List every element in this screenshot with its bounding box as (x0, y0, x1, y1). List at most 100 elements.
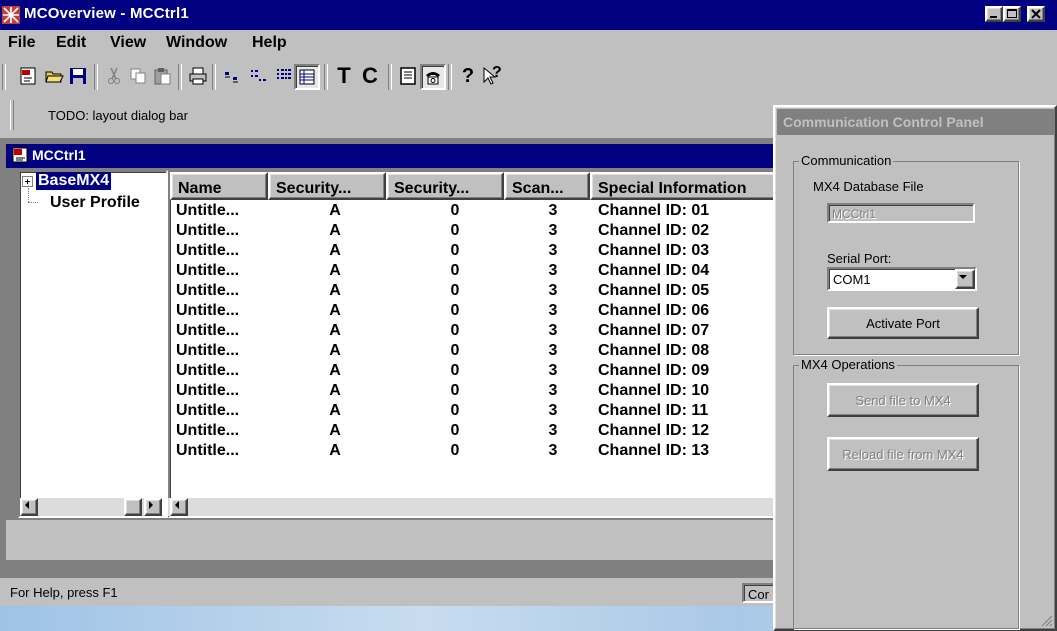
column-header-special-information[interactable]: Special Information (590, 172, 778, 200)
table-cell: Channel ID: 10 (598, 382, 710, 399)
scroll-thumb[interactable] (124, 498, 142, 516)
copy-icon (130, 68, 146, 84)
new-db-button[interactable] (16, 64, 40, 88)
tree-item-user-profile[interactable]: User Profile (50, 194, 140, 212)
table-cell: 0 (450, 262, 460, 279)
column-header-name[interactable]: Name (170, 172, 268, 200)
table-cell: Untitle... (176, 442, 240, 459)
tree-horizontal-scrollbar[interactable] (20, 498, 162, 516)
table-row[interactable]: Untitle... A 0 3 Channel ID: 11 (170, 402, 778, 422)
resize-grip-icon[interactable] (1039, 613, 1053, 627)
document-db-icon (12, 147, 28, 163)
print-button[interactable] (186, 64, 210, 88)
serial-port-label: Serial Port: (827, 251, 892, 266)
table-row[interactable]: Untitle... A 0 3 Channel ID: 01 (170, 202, 778, 222)
expand-toggle[interactable] (22, 176, 33, 187)
reload-file-button[interactable]: Reload file from MX4 (827, 437, 979, 471)
properties-button[interactable] (396, 64, 420, 88)
list-view[interactable]: Name Security... Security... Scan... Spe… (168, 170, 780, 518)
table-cell: 0 (450, 222, 460, 239)
table-cell: Untitle... (176, 202, 240, 219)
text-t-button[interactable]: T (332, 63, 356, 88)
toolbar-grip (2, 64, 6, 90)
cut-button[interactable] (102, 64, 126, 88)
table-cell: 0 (450, 202, 460, 219)
communication-group-label: Communication (799, 153, 894, 168)
table-row[interactable]: Untitle... A 0 3 Channel ID: 10 (170, 382, 778, 402)
tree-item-basemx4[interactable]: BaseMX4 (36, 172, 112, 190)
table-row[interactable]: Untitle... A 0 3 Channel ID: 05 (170, 282, 778, 302)
table-cell: 3 (548, 382, 558, 399)
open-button[interactable] (42, 64, 66, 88)
communication-control-panel[interactable]: Communication Control Panel Communicatio… (773, 105, 1057, 631)
context-help-button[interactable]: ? (480, 64, 504, 88)
save-disk-icon (70, 68, 86, 84)
table-row[interactable]: Untitle... A 0 3 Channel ID: 07 (170, 322, 778, 342)
table-cell: A (329, 362, 341, 379)
details-view-button[interactable] (294, 64, 320, 90)
table-cell: Untitle... (176, 342, 240, 359)
menu-file[interactable]: File (8, 34, 36, 52)
arrow-left-icon (25, 501, 29, 509)
scroll-left-button[interactable] (20, 498, 38, 516)
table-cell: 3 (548, 362, 558, 379)
table-cell: 0 (450, 362, 460, 379)
save-button[interactable] (66, 64, 90, 88)
cut-scissors-icon (108, 67, 120, 84)
table-row[interactable]: Untitle... A 0 3 Channel ID: 13 (170, 442, 778, 462)
paste-button[interactable] (150, 64, 174, 88)
menu-view[interactable]: View (110, 34, 146, 52)
child-window-title: MCCtrl1 (32, 147, 86, 163)
title-bar[interactable]: MCOverview - MCCtrl1 (0, 0, 1057, 30)
operations-group-label: MX4 Operations (799, 357, 897, 372)
column-header-security-2[interactable]: Security... (386, 172, 504, 200)
table-row[interactable]: Untitle... A 0 3 Channel ID: 02 (170, 222, 778, 242)
column-header-scan[interactable]: Scan... (504, 172, 590, 200)
new-database-icon (20, 67, 36, 85)
maximize-button[interactable] (1003, 6, 1021, 22)
scroll-left-button[interactable] (170, 498, 188, 516)
panel-title-bar[interactable]: Communication Control Panel (777, 109, 1055, 135)
child-window-title-bar[interactable]: MCCtrl1 (6, 144, 776, 168)
table-cell: Untitle... (176, 362, 240, 379)
small-icons-button[interactable] (246, 64, 270, 88)
scroll-right-button[interactable] (144, 498, 162, 516)
menu-window[interactable]: Window (166, 34, 227, 52)
table-row[interactable]: Untitle... A 0 3 Channel ID: 09 (170, 362, 778, 382)
table-cell: 3 (548, 302, 558, 319)
send-file-button[interactable]: Send file to MX4 (827, 383, 979, 417)
table-row[interactable]: Untitle... A 0 3 Channel ID: 03 (170, 242, 778, 262)
toolbar-separator (448, 64, 452, 90)
copy-button[interactable] (126, 64, 150, 88)
table-cell: Untitle... (176, 262, 240, 279)
table-row[interactable]: Untitle... A 0 3 Channel ID: 04 (170, 262, 778, 282)
table-cell: Channel ID: 08 (598, 342, 710, 359)
table-row[interactable]: Untitle... A 0 3 Channel ID: 08 (170, 342, 778, 362)
close-button[interactable] (1027, 6, 1045, 22)
table-row[interactable]: Untitle... A 0 3 Channel ID: 12 (170, 422, 778, 442)
activate-port-button[interactable]: Activate Port (827, 307, 979, 339)
paste-clipboard-icon (154, 68, 171, 85)
table-cell: 3 (548, 222, 558, 239)
table-row[interactable]: Untitle... A 0 3 Channel ID: 06 (170, 302, 778, 322)
child-window-lower-band (6, 520, 776, 560)
table-cell: 0 (450, 302, 460, 319)
toolbar-separator (178, 64, 182, 90)
column-header-security-1[interactable]: Security... (268, 172, 386, 200)
menu-edit[interactable]: Edit (56, 34, 86, 52)
tree-view[interactable]: BaseMX4 User Profile (18, 170, 168, 518)
open-folder-icon (45, 71, 64, 83)
menu-bar: File Edit View Window Help (0, 31, 1057, 57)
communication-panel-button[interactable] (420, 64, 446, 90)
table-cell: A (329, 422, 341, 439)
about-help-button[interactable]: ? (456, 64, 480, 88)
dropdown-button[interactable] (955, 269, 975, 289)
large-icons-button[interactable] (220, 64, 244, 88)
dialog-bar-grip (10, 100, 14, 130)
list-view-button[interactable] (272, 64, 296, 88)
minimize-button[interactable] (985, 6, 1003, 22)
text-c-button[interactable]: C (358, 63, 382, 88)
serial-port-select[interactable]: COM1 (827, 267, 977, 291)
list-horizontal-scrollbar[interactable] (168, 498, 776, 516)
menu-help[interactable]: Help (252, 34, 287, 52)
